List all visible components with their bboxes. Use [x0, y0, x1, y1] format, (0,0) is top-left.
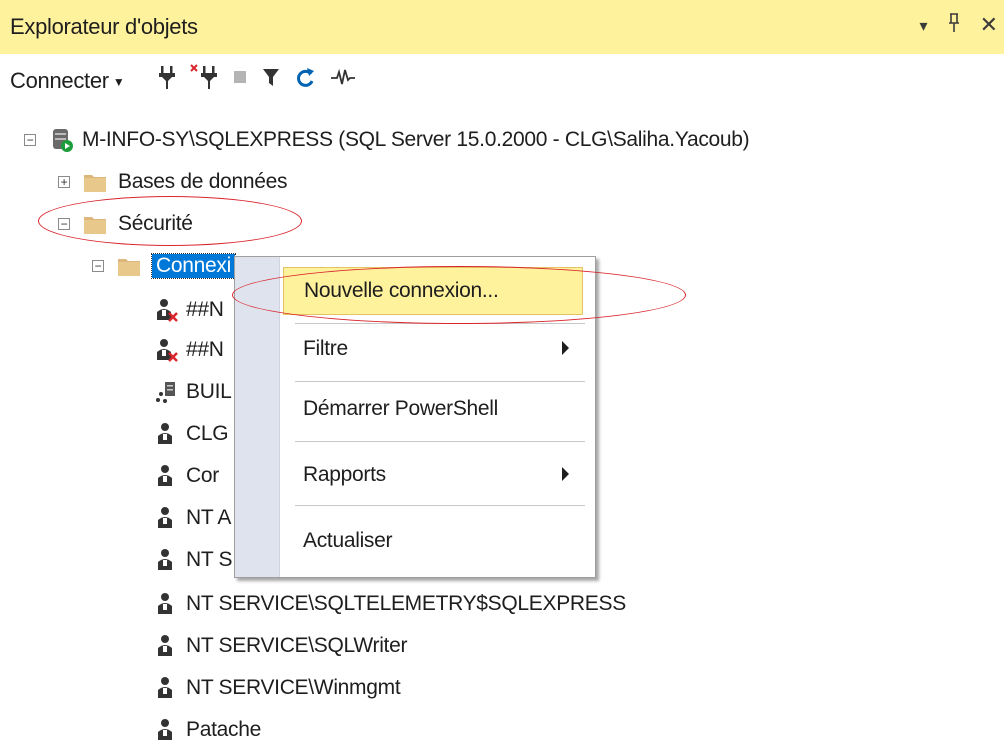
tree-node-databases[interactable]: + Bases de données — [58, 164, 287, 200]
menu-separator — [295, 441, 585, 442]
menu-item-reports[interactable]: Rapports — [283, 451, 583, 499]
server-label: M-INFO-SY\SQLEXPRESS (SQL Server 15.0.20… — [82, 128, 750, 151]
group-login-icon — [156, 380, 176, 404]
folder-icon — [84, 215, 106, 234]
submenu-arrow-icon — [562, 467, 569, 481]
login-label: NT SERVICE\SQLWriter — [186, 634, 408, 657]
menu-gutter — [235, 257, 280, 577]
tree-node-login[interactable]: NT A — [156, 500, 231, 536]
collapse-icon[interactable]: − — [58, 218, 70, 230]
logins-label: Connexi — [151, 253, 236, 279]
object-explorer-titlebar: Explorateur d'objets ▾ ✕ — [0, 0, 1004, 54]
tree-node-login[interactable]: ##N — [156, 292, 224, 328]
window-dropdown-icon[interactable]: ▾ — [920, 16, 928, 40]
tree-node-login[interactable]: CLG — [156, 416, 229, 452]
login-label: ##N — [186, 338, 224, 361]
tree-node-security[interactable]: − Sécurité — [58, 206, 193, 242]
login-icon — [156, 634, 176, 658]
login-icon — [156, 592, 176, 616]
menu-item-label: Actualiser — [303, 529, 393, 552]
pin-icon[interactable] — [946, 12, 962, 40]
tree-node-login[interactable]: NT SERVICE\Winmgmt — [156, 670, 401, 706]
folder-icon — [118, 257, 140, 276]
login-icon — [156, 422, 176, 446]
login-label: NT A — [186, 506, 232, 529]
login-label: NT S — [186, 548, 233, 571]
login-icon — [156, 676, 176, 700]
databases-label: Bases de données — [118, 170, 288, 193]
login-label: BUIL — [186, 380, 232, 403]
login-icon — [156, 548, 176, 572]
login-icon — [156, 464, 176, 488]
submenu-arrow-icon — [562, 341, 569, 355]
connect-label: Connecter — [10, 68, 109, 93]
tree-node-server[interactable]: − M-INFO-SY\SQLEXPRESS (SQL Server 15.0.… — [24, 122, 750, 158]
chevron-down-icon: ▼ — [112, 75, 125, 89]
collapse-icon[interactable]: − — [92, 260, 104, 272]
tree-node-login[interactable]: Patache — [156, 712, 261, 748]
login-label: Patache — [186, 718, 261, 741]
server-icon — [50, 127, 74, 153]
menu-item-label: Nouvelle connexion... — [304, 279, 499, 302]
folder-icon — [84, 173, 106, 192]
filter-icon[interactable] — [262, 66, 280, 93]
login-label: CLG — [186, 422, 229, 445]
menu-item-new-login[interactable]: Nouvelle connexion... — [283, 267, 583, 315]
toolbar-icons — [158, 64, 356, 95]
disconnect-icon[interactable] — [190, 64, 218, 95]
tree-node-login[interactable]: NT SERVICE\SQLTELEMETRY$SQLEXPRESS — [156, 586, 626, 622]
refresh-icon[interactable] — [294, 65, 316, 94]
tree-node-logins[interactable]: − Connexi — [92, 248, 236, 284]
connect-dropdown-button[interactable]: Connecter ▼ — [10, 68, 125, 94]
login-label: NT SERVICE\SQLTELEMETRY$SQLEXPRESS — [186, 592, 626, 615]
tree-node-login[interactable]: Cor — [156, 458, 219, 494]
window-title: Explorateur d'objets — [10, 14, 198, 39]
menu-separator — [295, 505, 585, 506]
collapse-icon[interactable]: − — [24, 134, 36, 146]
close-icon[interactable]: ✕ — [980, 12, 998, 40]
menu-item-label: Démarrer PowerShell — [303, 397, 499, 420]
disabled-login-icon — [156, 298, 178, 322]
login-label: ##N — [186, 298, 224, 321]
login-icon — [156, 506, 176, 530]
security-label: Sécurité — [118, 212, 193, 235]
login-icon — [156, 718, 176, 742]
menu-separator — [295, 381, 585, 382]
menu-item-refresh[interactable]: Actualiser — [283, 517, 583, 565]
menu-item-label: Rapports — [303, 463, 386, 486]
tree-node-login[interactable]: ##N — [156, 332, 224, 368]
activity-monitor-icon[interactable] — [330, 66, 356, 93]
window-controls: ▾ ✕ — [920, 12, 998, 40]
tree-node-login[interactable]: NT SERVICE\SQLWriter — [156, 628, 407, 664]
menu-item-filter[interactable]: Filtre — [283, 325, 583, 373]
tree-node-login[interactable]: BUIL — [156, 374, 232, 410]
tree-node-login[interactable]: NT S — [156, 542, 233, 578]
expand-icon[interactable]: + — [58, 176, 70, 188]
disabled-login-icon — [156, 338, 178, 362]
stop-icon[interactable] — [232, 69, 248, 90]
connect-icon[interactable] — [158, 64, 176, 95]
login-label: Cor — [186, 464, 219, 487]
menu-item-start-powershell[interactable]: Démarrer PowerShell — [283, 385, 583, 433]
menu-item-label: Filtre — [303, 337, 348, 360]
login-label: NT SERVICE\Winmgmt — [186, 676, 401, 699]
menu-separator — [295, 323, 585, 324]
object-explorer-toolbar: Connecter ▼ — [0, 54, 1004, 104]
context-menu: Nouvelle connexion... Filtre Démarrer Po… — [234, 256, 596, 578]
